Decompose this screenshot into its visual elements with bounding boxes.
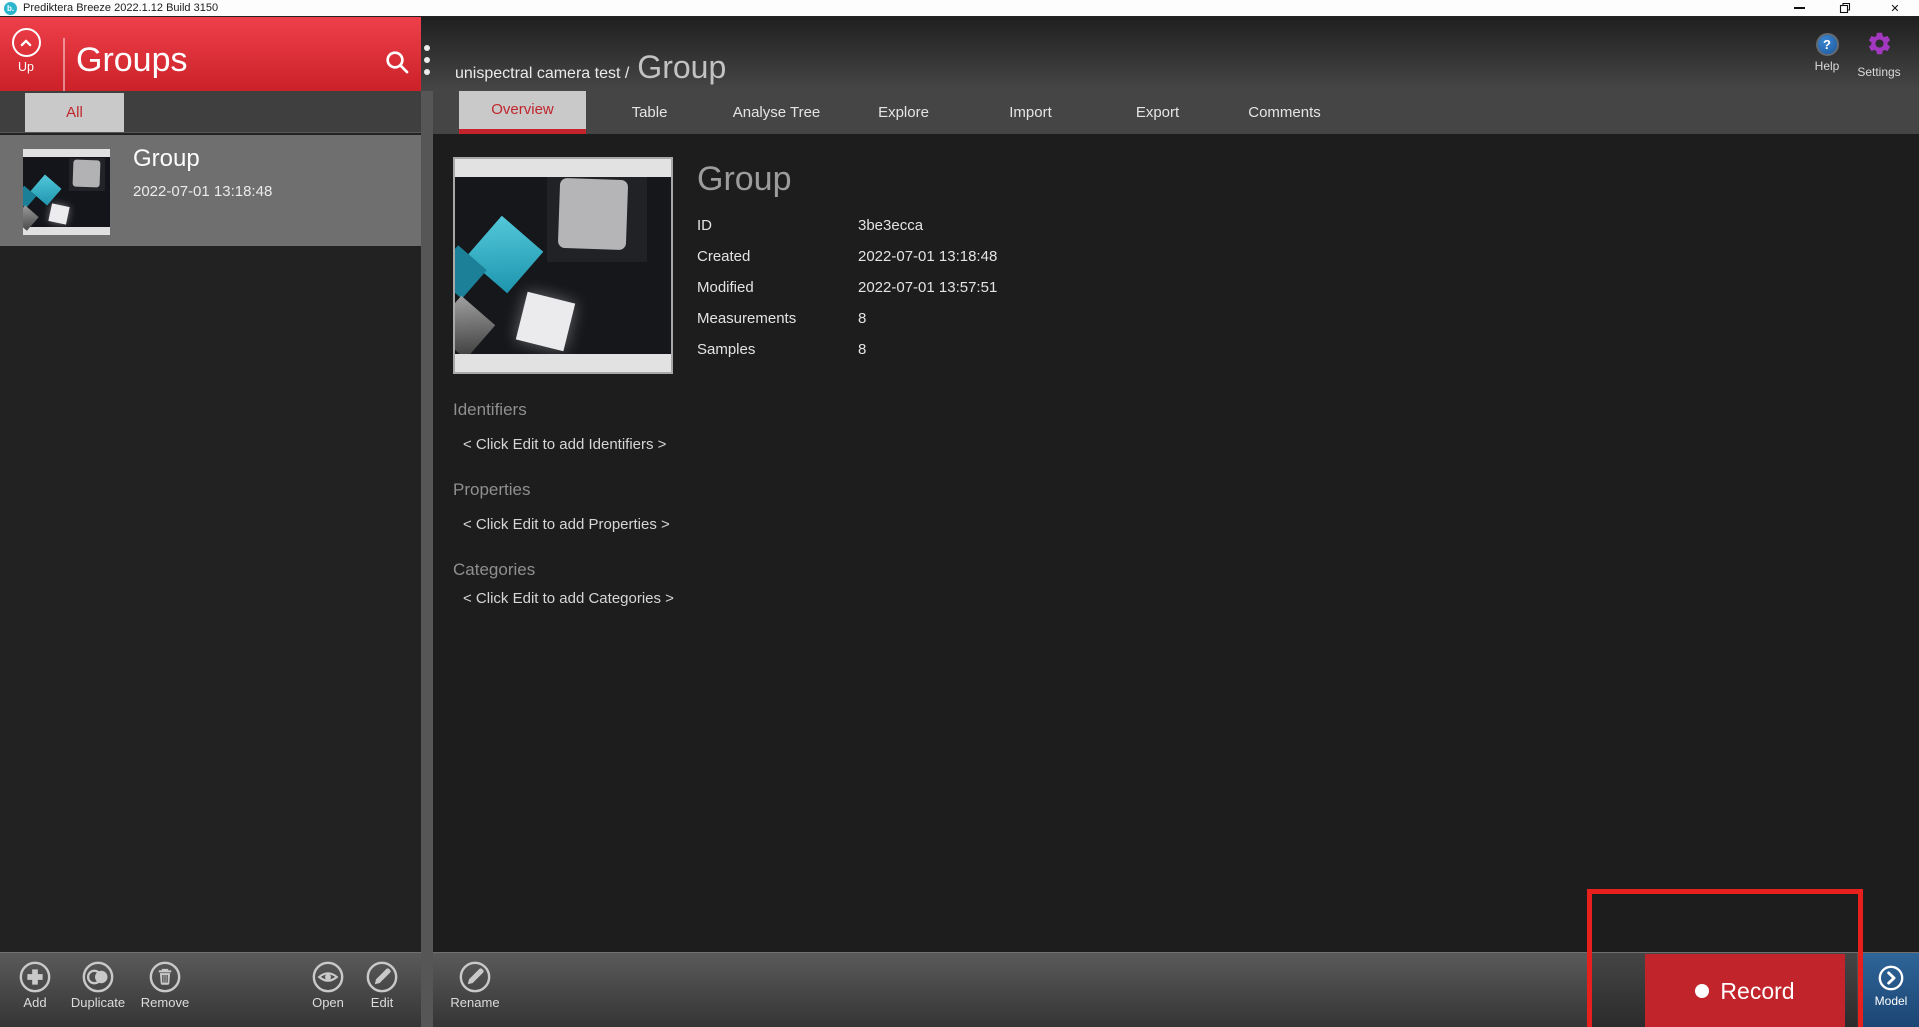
open-label: Open (300, 995, 356, 1010)
group-thumbnail (23, 149, 110, 235)
window-titlebar: b. Prediktera Breeze 2022.1.12 Build 315… (0, 0, 1919, 17)
sidebar-toolbar: Add Duplicate Remove (0, 952, 421, 1027)
field-row: Measurements8 (697, 310, 1317, 330)
chevron-right-circle-icon (1877, 964, 1905, 992)
restore-button[interactable] (1832, 0, 1858, 16)
field-value: 2022-07-01 13:18:48 (858, 248, 997, 265)
search-button[interactable] (383, 48, 411, 76)
list-item-title: Group (133, 145, 200, 173)
field-value: 2022-07-01 13:57:51 (858, 279, 997, 296)
record-button[interactable]: Record (1645, 954, 1845, 1027)
field-row: Modified2022-07-01 13:57:51 (697, 279, 1317, 299)
tab-analyse-tree[interactable]: Analyse Tree (713, 91, 840, 134)
edit-button[interactable]: Edit (354, 960, 410, 1010)
breadcrumb: unispectral camera test / Group (455, 49, 726, 86)
tab-export[interactable]: Export (1094, 91, 1221, 134)
vertical-splitter[interactable] (421, 91, 433, 1027)
record-dot-icon (1695, 984, 1709, 998)
settings-button[interactable]: Settings (1856, 30, 1902, 79)
pencil-icon (458, 960, 492, 994)
field-value: 8 (858, 310, 866, 327)
rename-label: Rename (447, 995, 503, 1010)
rename-button[interactable]: Rename (447, 960, 503, 1010)
app-window: b. Prediktera Breeze 2022.1.12 Build 315… (0, 0, 1919, 1027)
up-button-label: Up (8, 60, 44, 74)
panel-title: Groups (76, 41, 188, 80)
help-button[interactable]: ? Help (1809, 33, 1845, 73)
plus-circle-icon (18, 960, 52, 994)
content-toolbar: Rename Record Model (433, 952, 1919, 1027)
header-divider (63, 38, 65, 96)
eye-icon (311, 960, 345, 994)
field-row: Created2022-07-01 13:18:48 (697, 248, 1317, 268)
tab-table[interactable]: Table (586, 91, 713, 134)
field-row: ID3be3ecca (697, 217, 1317, 237)
settings-label: Settings (1856, 65, 1902, 79)
list-item-date: 2022-07-01 13:18:48 (133, 183, 272, 200)
edit-label: Edit (354, 995, 410, 1010)
field-value: 8 (858, 341, 866, 358)
group-list: Group 2022-07-01 13:18:48 (0, 132, 421, 952)
minimize-icon (1794, 7, 1805, 9)
restore-icon (1839, 2, 1851, 14)
tab-comments[interactable]: Comments (1221, 91, 1348, 134)
content-tab-bar: Overview Table Analyse Tree Explore Impo… (433, 91, 1919, 134)
help-icon: ? (1816, 33, 1839, 56)
field-label: Created (697, 248, 858, 265)
categories-placeholder[interactable]: < Click Edit to add Categories > (463, 590, 674, 607)
open-button[interactable]: Open (300, 960, 356, 1010)
section-heading-identifiers: Identifiers (453, 400, 527, 420)
breadcrumb-current: Group (637, 49, 726, 86)
close-icon: ✕ (1890, 2, 1899, 15)
group-preview-image (453, 157, 673, 374)
tab-explore[interactable]: Explore (840, 91, 967, 134)
field-row: Samples8 (697, 341, 1317, 361)
duplicate-label: Duplicate (70, 995, 126, 1010)
remove-label: Remove (137, 995, 193, 1010)
field-label: Measurements (697, 310, 858, 327)
breadcrumb-parent[interactable]: unispectral camera test / (455, 65, 629, 83)
field-label: Samples (697, 341, 858, 358)
identifiers-placeholder[interactable]: < Click Edit to add Identifiers > (463, 436, 666, 453)
sidebar-filter-bar: All (0, 91, 421, 132)
content-header: unispectral camera test / Group ? Help S… (421, 17, 1919, 91)
up-button[interactable]: Up (8, 28, 44, 74)
tab-overview[interactable]: Overview (459, 91, 586, 134)
panel-splitter-handle[interactable] (424, 45, 430, 75)
section-heading-categories: Categories (453, 560, 535, 580)
filter-tab-all[interactable]: All (25, 93, 124, 132)
preview-photo (455, 177, 671, 354)
overview-panel: Group ID3be3ecca Created2022-07-01 13:18… (433, 134, 1919, 952)
record-label: Record (1720, 978, 1794, 1005)
close-button[interactable]: ✕ (1882, 0, 1908, 16)
help-label: Help (1809, 59, 1845, 73)
field-label: Modified (697, 279, 858, 296)
field-value: 3be3ecca (858, 217, 923, 234)
groups-panel-header: Up Groups (0, 17, 421, 91)
overview-title: Group (697, 160, 792, 199)
remove-button[interactable]: Remove (137, 960, 193, 1010)
gear-icon (1866, 30, 1893, 57)
trash-icon (148, 960, 182, 994)
model-button[interactable]: Model (1863, 953, 1919, 1027)
app-icon: b. (4, 2, 17, 15)
search-icon (383, 48, 411, 76)
add-label: Add (7, 995, 63, 1010)
properties-placeholder[interactable]: < Click Edit to add Properties > (463, 516, 670, 533)
duplicate-button[interactable]: Duplicate (70, 960, 126, 1010)
tab-import[interactable]: Import (967, 91, 1094, 134)
section-heading-properties: Properties (453, 480, 530, 500)
field-label: ID (697, 217, 858, 234)
window-title: Prediktera Breeze 2022.1.12 Build 3150 (23, 0, 218, 16)
chevron-up-icon (12, 28, 41, 57)
minimize-button[interactable] (1786, 0, 1812, 16)
model-label: Model (1863, 994, 1919, 1008)
add-button[interactable]: Add (7, 960, 63, 1010)
pencil-icon (365, 960, 399, 994)
list-item-group[interactable]: Group 2022-07-01 13:18:48 (0, 135, 421, 246)
overlapping-circles-icon (81, 960, 115, 994)
